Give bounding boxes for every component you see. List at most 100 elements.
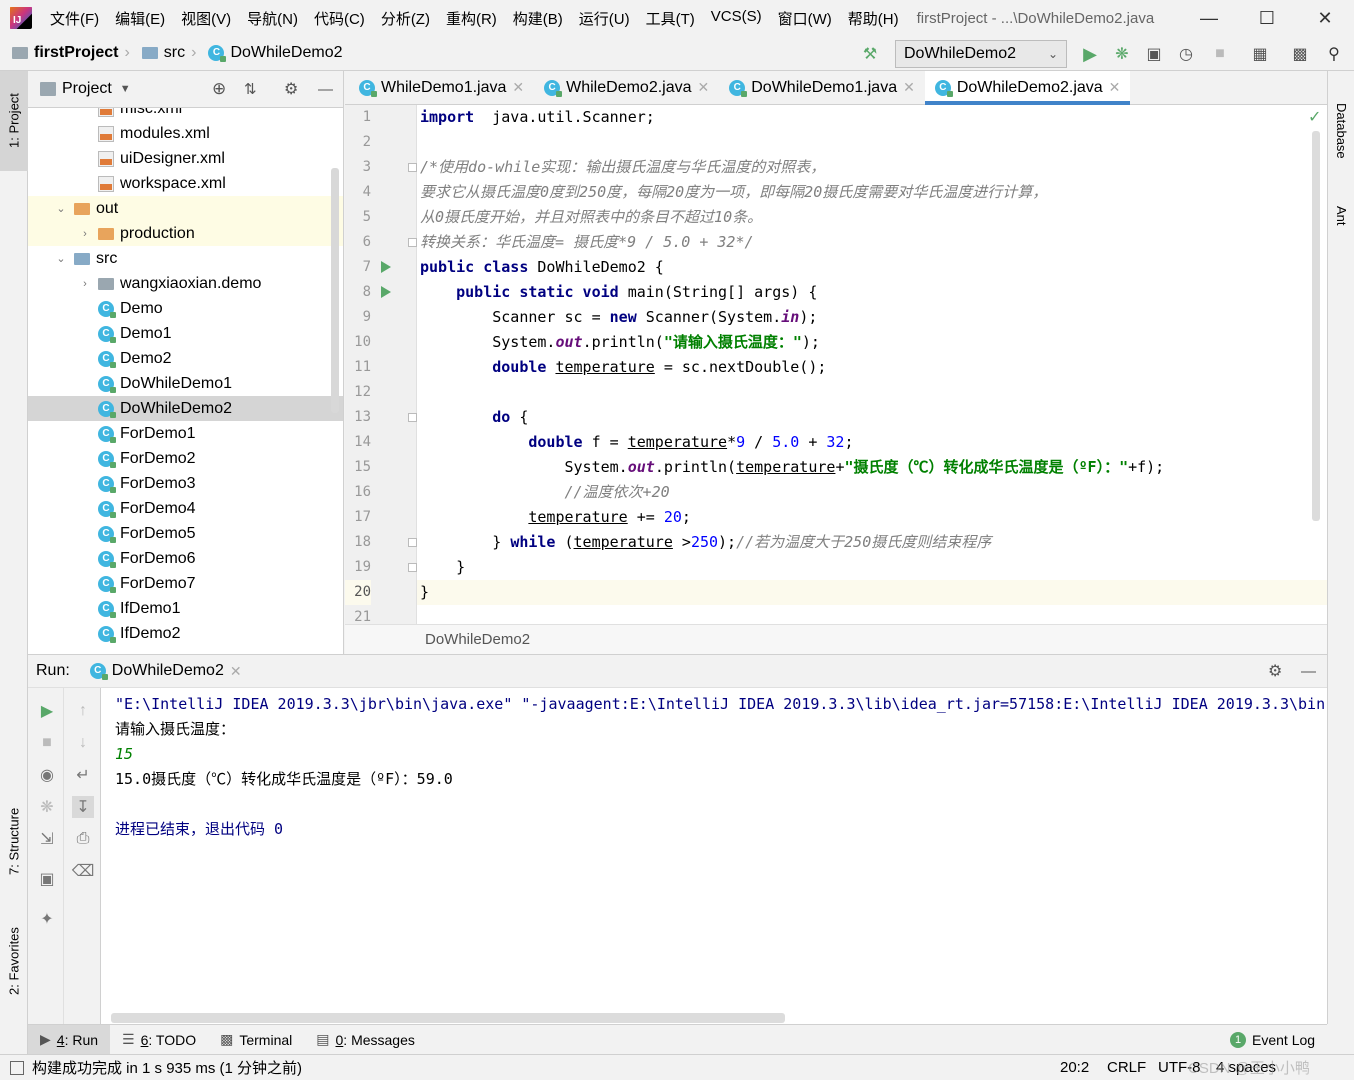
- trash-icon[interactable]: ⌫: [72, 860, 95, 882]
- editor-scrollbar[interactable]: [1312, 131, 1320, 521]
- code-line[interactable]: double f = temperature*9 / 5.0 + 32;: [417, 430, 1327, 455]
- tree-item[interactable]: C DoWhileDemo2: [28, 396, 343, 421]
- inspection-ok-icon[interactable]: ✓: [1308, 107, 1321, 127]
- code-line[interactable]: public class DoWhileDemo2 {: [417, 255, 1327, 280]
- menu-item[interactable]: 文件(F): [42, 8, 107, 29]
- database-tool-tab[interactable]: Database: [1328, 81, 1354, 181]
- code-line[interactable]: }: [417, 580, 1327, 605]
- editor-breadcrumb-label[interactable]: DoWhileDemo2: [425, 631, 530, 648]
- chevron-down-icon[interactable]: ⌄: [54, 252, 68, 265]
- chevron-down-icon[interactable]: ▼: [120, 83, 131, 95]
- chevron-right-icon[interactable]: ›: [78, 278, 92, 290]
- print-icon[interactable]: ⎙: [72, 828, 94, 850]
- tree-item[interactable]: C DoWhileDemo1: [28, 371, 343, 396]
- tree-item[interactable]: workspace.xml: [28, 171, 343, 196]
- hide-panel-icon[interactable]: —: [1301, 663, 1316, 680]
- scroll-to-end-icon[interactable]: ↧: [72, 796, 94, 818]
- code-area[interactable]: import java.util.Scanner; /*使用do-while实现：…: [417, 105, 1327, 624]
- tree-item[interactable]: C IfDemo2: [28, 621, 343, 646]
- gear-icon[interactable]: ⚙: [1268, 661, 1282, 681]
- close-icon[interactable]: ✕: [230, 663, 242, 680]
- caret-position[interactable]: 20:2: [1060, 1059, 1089, 1076]
- build-hammer-icon[interactable]: ⚒: [860, 44, 880, 64]
- tree-item[interactable]: C ForDemo1: [28, 421, 343, 446]
- tree-item[interactable]: C ForDemo4: [28, 496, 343, 521]
- fold-marker-icon[interactable]: [408, 563, 417, 572]
- camera-icon[interactable]: ◉: [36, 764, 58, 786]
- menu-item[interactable]: 编辑(E): [107, 8, 173, 29]
- code-line[interactable]: do {: [417, 405, 1327, 430]
- editor-tab[interactable]: C WhileDemo1.java ✕: [349, 71, 534, 104]
- tree-item[interactable]: uiDesigner.xml: [28, 146, 343, 171]
- bottom-tab[interactable]: ☰ 6: TODO: [110, 1025, 208, 1055]
- tree-item[interactable]: C ForDemo2: [28, 446, 343, 471]
- minimize-button[interactable]: —: [1180, 0, 1238, 36]
- hide-panel-icon[interactable]: —: [318, 81, 333, 98]
- code-line[interactable]: 要求它从摄氏温度0度到250度，每隔20度为一项，即每隔20摄氏度需要对华氏温度…: [417, 180, 1327, 205]
- code-line[interactable]: [417, 380, 1327, 405]
- ant-tool-tab[interactable]: Ant: [1328, 191, 1354, 241]
- stop-icon[interactable]: ■: [36, 732, 58, 754]
- window-layout-icon[interactable]: ▩: [1290, 44, 1310, 64]
- gear-icon[interactable]: ⚙: [284, 79, 298, 99]
- close-icon[interactable]: ✕: [903, 79, 915, 96]
- code-line[interactable]: //温度依次+20: [417, 480, 1327, 505]
- tree-item[interactable]: modules.xml: [28, 121, 343, 146]
- debug-bug-icon[interactable]: ❋: [1112, 44, 1132, 64]
- breadcrumb-file[interactable]: C DoWhileDemo2: [208, 44, 343, 62]
- editor-tab[interactable]: C WhileDemo2.java ✕: [534, 71, 719, 104]
- menu-item[interactable]: 分析(Z): [373, 8, 438, 29]
- code-line[interactable]: import java.util.Scanner;: [417, 105, 1327, 130]
- tree-item[interactable]: C IfDemo1: [28, 596, 343, 621]
- menu-item[interactable]: 帮助(H): [840, 8, 907, 29]
- tree-item[interactable]: C ForDemo7: [28, 571, 343, 596]
- debug-settings-icon[interactable]: ❋: [36, 796, 58, 818]
- tree-item[interactable]: C Demo2: [28, 346, 343, 371]
- project-panel-title[interactable]: Project: [62, 80, 112, 98]
- editor-tab[interactable]: C DoWhileDemo1.java ✕: [719, 71, 925, 104]
- search-icon[interactable]: ⚲: [1324, 44, 1344, 64]
- run-config-dropdown[interactable]: DoWhileDemo2 ⌄: [895, 40, 1067, 68]
- locate-icon[interactable]: ⊕: [212, 79, 226, 99]
- restore-layout-icon[interactable]: ⇲: [36, 828, 58, 850]
- collapse-all-icon[interactable]: ⇅: [244, 80, 257, 98]
- close-window-button[interactable]: ✕: [1296, 0, 1354, 36]
- fold-marker-icon[interactable]: [408, 413, 417, 422]
- run-icon[interactable]: ▶: [1080, 44, 1100, 64]
- tree-item[interactable]: C Demo: [28, 296, 343, 321]
- close-icon[interactable]: ✕: [698, 79, 710, 96]
- menu-item[interactable]: 代码(C): [306, 8, 373, 29]
- chevron-right-icon[interactable]: ›: [78, 228, 92, 240]
- tree-item[interactable]: ⌄ src: [28, 246, 343, 271]
- structure-tool-tab[interactable]: 7: Structure: [0, 791, 28, 891]
- favorites-tool-tab[interactable]: 2: Favorites: [0, 911, 28, 1011]
- code-line[interactable]: }: [417, 555, 1327, 580]
- code-line[interactable]: } while (temperature >250);//若为温度大于250摄氏…: [417, 530, 1327, 555]
- bottom-tab[interactable]: ▶ 4: Run: [28, 1024, 111, 1055]
- menu-item[interactable]: 重构(R): [438, 8, 505, 29]
- project-structure-icon[interactable]: ▦: [1250, 44, 1270, 64]
- tree-item[interactable]: C ForDemo5: [28, 521, 343, 546]
- profile-icon[interactable]: ◷: [1176, 44, 1196, 64]
- project-tool-tab[interactable]: 1: Project: [0, 71, 28, 171]
- run-gutter-icon[interactable]: [381, 286, 391, 298]
- code-line[interactable]: System.out.println("请输入摄氏温度：");: [417, 330, 1327, 355]
- stop-icon[interactable]: ■: [1210, 44, 1230, 64]
- tree-item[interactable]: misc.xml: [28, 108, 343, 121]
- code-line[interactable]: [417, 130, 1327, 155]
- tree-item[interactable]: › production: [28, 221, 343, 246]
- code-line[interactable]: public static void main(String[] args) {: [417, 280, 1327, 305]
- chevron-down-icon[interactable]: ⌄: [54, 202, 68, 215]
- coverage-icon[interactable]: ▣: [1144, 44, 1164, 64]
- code-line[interactable]: 转换关系：华氏温度= 摄氏度*9 / 5.0 + 32*/: [417, 230, 1327, 255]
- fold-marker-icon[interactable]: [408, 538, 417, 547]
- event-log-button[interactable]: 1 Event Log: [1230, 1031, 1315, 1048]
- soft-wrap-icon[interactable]: ↵: [72, 764, 94, 786]
- code-line[interactable]: double temperature = sc.nextDouble();: [417, 355, 1327, 380]
- console-output[interactable]: "E:\IntelliJ IDEA 2019.3.3\jbr\bin\java.…: [101, 688, 1327, 1025]
- run-tab[interactable]: C DoWhileDemo2 ✕: [89, 662, 242, 680]
- rerun-icon[interactable]: ▶: [36, 700, 58, 722]
- tree-item[interactable]: C ForDemo6: [28, 546, 343, 571]
- status-toggle-icon[interactable]: [10, 1060, 24, 1075]
- arrow-down-icon[interactable]: ↓: [72, 732, 94, 754]
